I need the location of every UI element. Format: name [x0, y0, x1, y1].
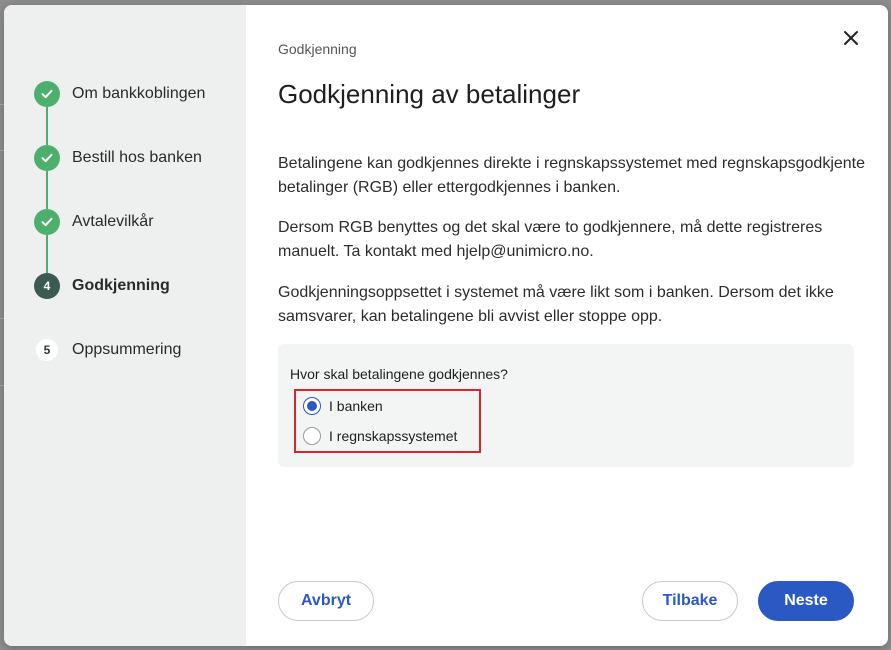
- question-label: Hvor skal betalingene godkjennes?: [290, 366, 508, 382]
- step-label: Bestill hos banken: [72, 149, 202, 166]
- close-icon: [843, 30, 859, 51]
- radio-option-i-regnskapssystemet[interactable]: I regnskapssystemet: [303, 427, 457, 445]
- step-bestill-hos-banken[interactable]: Bestill hos banken: [34, 145, 202, 171]
- approval-radio-group: I banken I regnskapssystemet: [294, 389, 481, 453]
- cancel-button[interactable]: Avbryt: [278, 581, 374, 621]
- step-connector: [46, 235, 48, 273]
- step-connector: [46, 171, 48, 209]
- next-button[interactable]: Neste: [758, 581, 854, 621]
- check-icon: [34, 145, 60, 171]
- wizard-stepper: Om bankkoblingen Bestill hos banken Avta…: [4, 5, 246, 646]
- step-godkjenning[interactable]: 4 Godkjenning: [34, 273, 170, 299]
- radio-label: I banken: [329, 398, 383, 414]
- step-oppsummering[interactable]: 5 Oppsummering: [34, 337, 181, 363]
- radio-button[interactable]: [303, 397, 321, 415]
- check-icon: [34, 209, 60, 235]
- step-label: Oppsummering: [72, 341, 182, 358]
- step-number: 4: [34, 273, 60, 299]
- bank-connection-dialog: Om bankkoblingen Bestill hos banken Avta…: [4, 5, 888, 646]
- breadcrumb: Godkjenning: [278, 41, 357, 57]
- info-paragraph: Betalingene kan godkjennes direkte i reg…: [278, 155, 866, 196]
- step-label: Om bankkoblingen: [72, 85, 206, 102]
- step-connector: [46, 107, 48, 145]
- step-label: Godkjenning: [72, 277, 170, 294]
- step-om-bankkoblingen[interactable]: Om bankkoblingen: [34, 81, 205, 107]
- info-paragraph: Godkjenningsoppsettet i systemet må være…: [278, 284, 834, 325]
- check-icon: [34, 81, 60, 107]
- radio-button[interactable]: [303, 427, 321, 445]
- step-avtalevilkar[interactable]: Avtalevilkår: [34, 209, 154, 235]
- close-button[interactable]: [838, 27, 864, 53]
- step-number: 5: [36, 339, 58, 361]
- info-paragraph: Dersom RGB benyttes og det skal være to …: [278, 219, 823, 260]
- radio-dot: [307, 401, 317, 411]
- dialog-content: Godkjenning Godkjenning av betalinger Be…: [246, 5, 888, 646]
- radio-label: I regnskapssystemet: [329, 428, 458, 444]
- approval-question-box: Hvor skal betalingene godkjennes? I bank…: [278, 344, 854, 467]
- radio-option-i-banken[interactable]: I banken: [303, 397, 383, 415]
- back-button[interactable]: Tilbake: [642, 581, 738, 621]
- page-title: Godkjenning av betalinger: [278, 79, 581, 109]
- step-label: Avtalevilkår: [72, 213, 154, 230]
